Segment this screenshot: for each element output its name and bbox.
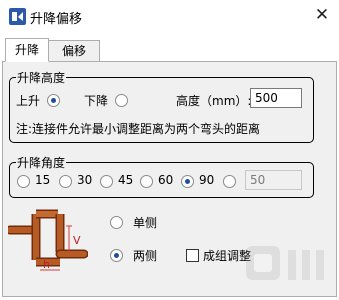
window-title: 升降偏移 — [30, 12, 83, 27]
up-label: 上升 — [16, 94, 41, 108]
angle-radio-45[interactable] — [100, 175, 113, 188]
close-icon[interactable]: ✕ — [305, 0, 339, 32]
height-input[interactable]: 500 — [250, 88, 302, 108]
down-label: 下降 — [84, 94, 109, 108]
h-label: h — [43, 258, 50, 271]
v-label: V — [73, 234, 81, 247]
group-adjust-checkbox[interactable] — [186, 249, 199, 262]
height-group-label: 升降高度 — [16, 69, 67, 86]
height-label: 高度（mm）: — [176, 94, 252, 108]
down-radio[interactable] — [115, 94, 128, 107]
double-side-radio[interactable] — [110, 249, 123, 262]
angle-radio-90[interactable] — [181, 175, 194, 188]
double-side-label: 两侧 — [133, 249, 158, 263]
up-radio[interactable] — [47, 94, 60, 107]
angle-radio-60[interactable] — [140, 175, 153, 188]
angle-label-60: 60 — [158, 173, 174, 187]
angle-radio-custom[interactable] — [223, 175, 236, 188]
angle-label-90: 90 — [199, 173, 215, 187]
angle-group: 升降角度 15 30 45 60 90 50 — [9, 154, 314, 198]
angle-label-45: 45 — [118, 173, 134, 187]
single-side-label: 单侧 — [133, 216, 158, 230]
height-group: 升降高度 上升 下降 高度（mm）: 500 注:连接件允许最小调整距离为两个弯… — [9, 69, 314, 143]
single-side-radio[interactable] — [110, 216, 123, 229]
angle-radio-30[interactable] — [59, 175, 72, 188]
angle-radio-15[interactable] — [17, 175, 30, 188]
tab-offset[interactable]: 偏移 — [48, 40, 100, 62]
angle-group-label: 升降角度 — [16, 154, 67, 171]
note-text: 注:连接件允许最小调整距离为两个弯头的距离 — [16, 122, 261, 136]
angle-label-30: 30 — [77, 173, 93, 187]
custom-angle-input[interactable]: 50 — [245, 170, 302, 190]
watermark-logo — [246, 246, 324, 280]
angle-label-15: 15 — [35, 173, 51, 187]
app-icon — [9, 8, 26, 25]
tab-lift[interactable]: 升降 — [5, 38, 49, 62]
title-bar: 升降偏移 ✕ — [0, 0, 339, 32]
